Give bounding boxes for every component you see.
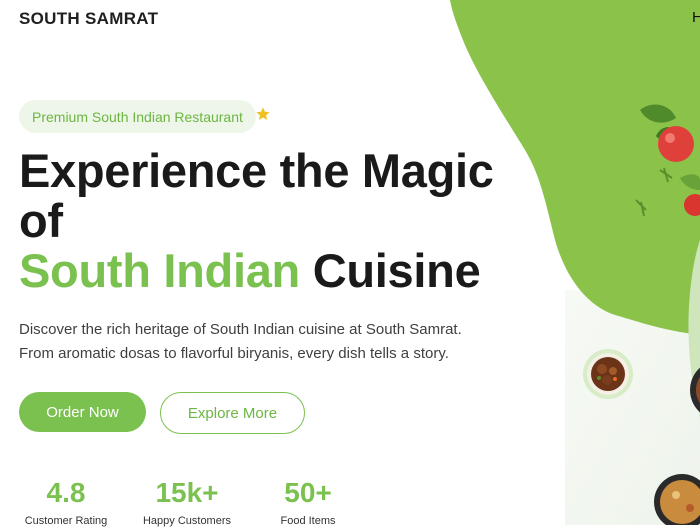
hero-description-line1: Discover the rich heritage of South Indi… [19, 321, 462, 338]
stat-value: 4.8 [46, 477, 86, 508]
nav-item-home[interactable]: H [692, 9, 700, 26]
hero-title-end: Cuisine [312, 244, 481, 297]
hero-description: Discover the rich heritage of South Indi… [19, 318, 499, 366]
stat-customers: 15k+ Happy Customers [138, 478, 236, 527]
stat-value: 15k+ [155, 477, 219, 508]
brand-logo[interactable]: SOUTH SAMRAT [19, 9, 158, 29]
hero-title-accent: South Indian [19, 244, 300, 297]
stat-food-items: 50+ Food Items [276, 478, 340, 527]
dish-thumbnail-image [583, 349, 633, 399]
order-now-button[interactable]: Order Now [19, 392, 146, 432]
hero-description-line2: From aromatic dosas to flavorful biryani… [19, 345, 449, 362]
stat-rating: 4.8 Customer Rating [19, 478, 113, 527]
hero-title-line2: of [19, 194, 63, 247]
stat-value: 50+ [284, 477, 332, 508]
hero-title: Experience the Magic of South Indian Cui… [19, 146, 539, 296]
stat-label: Food Items [280, 515, 336, 527]
explore-more-button[interactable]: Explore More [160, 392, 305, 434]
hero-badge: Premium South Indian Restaurant [19, 100, 256, 133]
stat-label: Happy Customers [142, 515, 232, 527]
star-icon [256, 107, 270, 120]
hero-title-line1: Experience the Magic [19, 144, 494, 197]
stat-label: Customer Rating [24, 515, 108, 527]
